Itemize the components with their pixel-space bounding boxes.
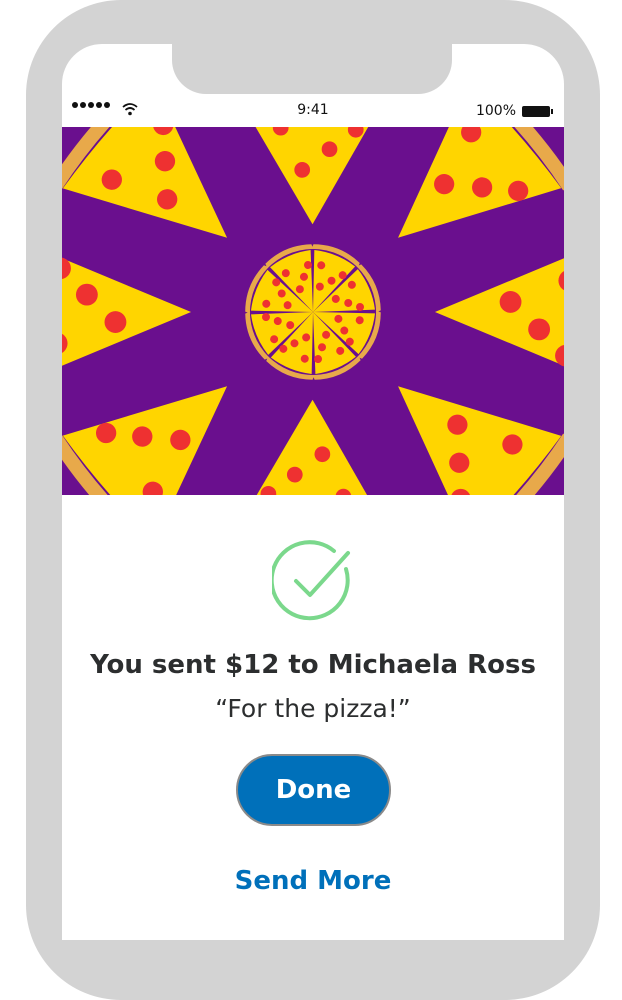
send-more-link[interactable]: Send More	[62, 866, 564, 896]
phone-screen: 9:41 100% You sent $12 to Michaela Ross …	[62, 44, 564, 940]
done-button[interactable]: Done	[236, 754, 391, 826]
confirmation-title: You sent $12 to Michaela Ross	[90, 650, 536, 680]
status-bar: 9:41 100%	[62, 100, 564, 124]
phone-notch	[172, 44, 452, 94]
battery-icon	[522, 106, 553, 117]
pizza-hero-image	[62, 127, 564, 495]
payment-note: “For the pizza!”	[215, 694, 411, 723]
checkmark-circle-icon	[272, 540, 350, 621]
battery-percent: 100%	[475, 103, 516, 119]
